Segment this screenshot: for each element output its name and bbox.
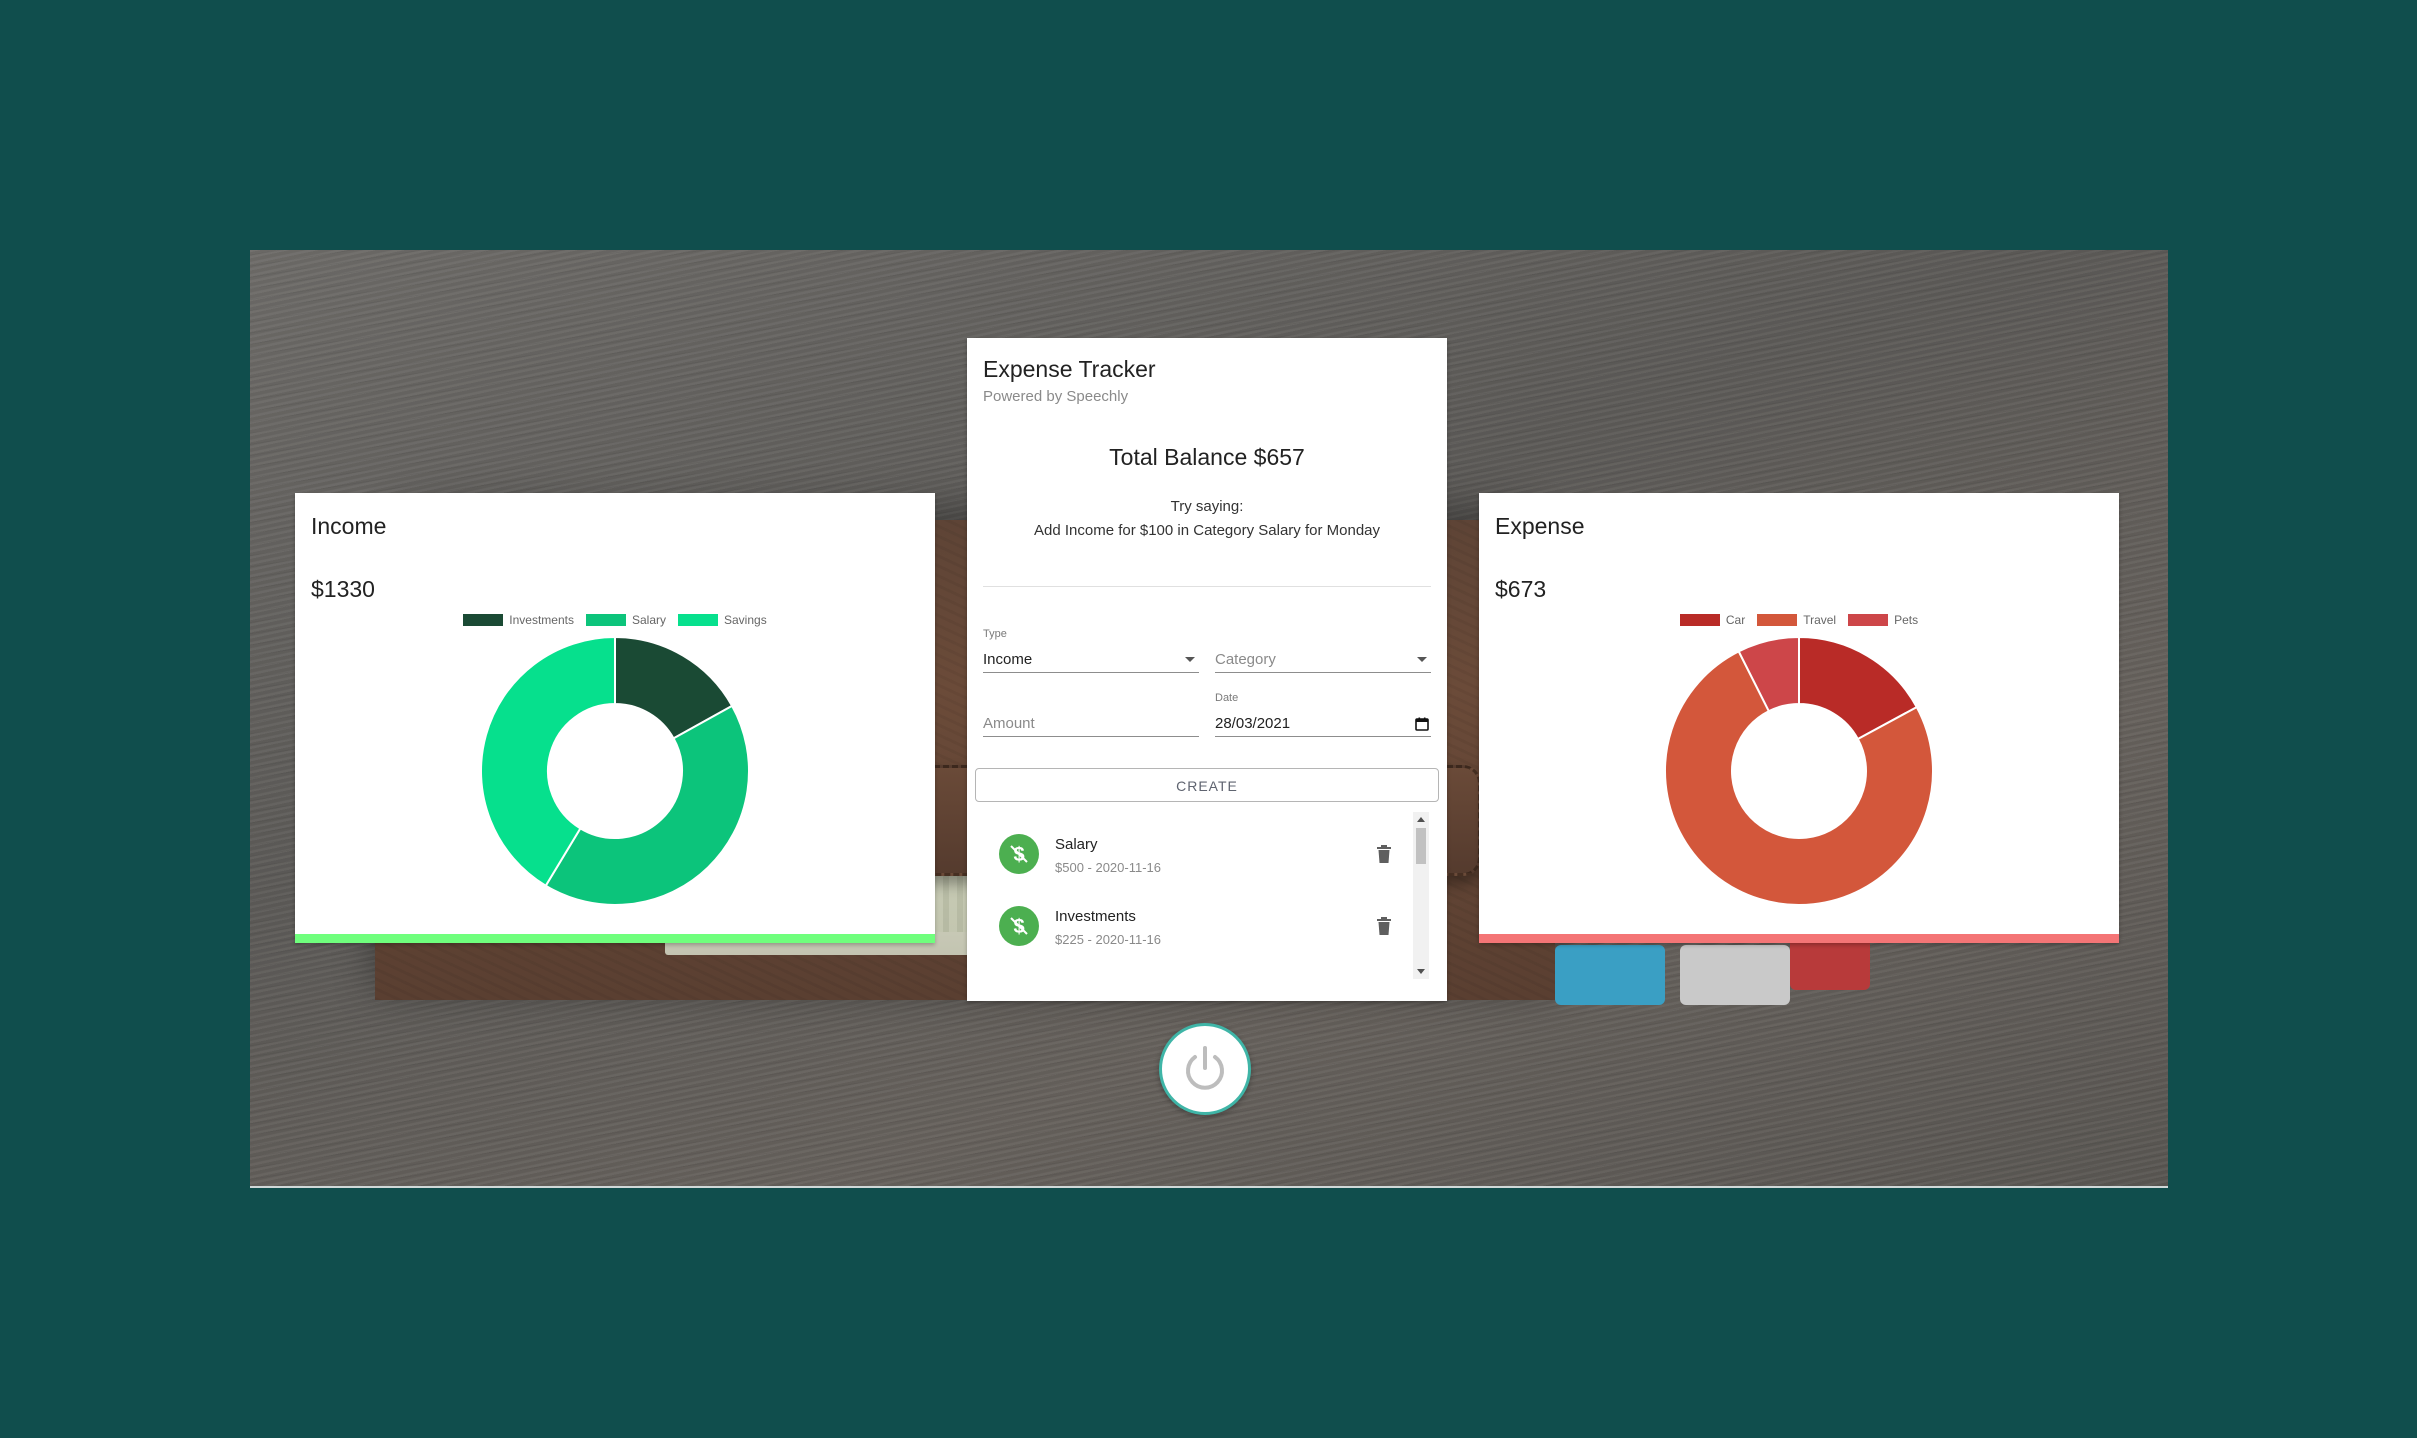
caret-down-icon [1185, 657, 1195, 662]
power-icon [1186, 1046, 1224, 1090]
expense-amount: $673 [1495, 576, 1547, 602]
income-title: Income [311, 513, 387, 539]
income-legend: Investments Salary Savings [295, 613, 935, 627]
list-item[interactable]: $ Salary $500 - 2020-11-16 [983, 824, 1403, 884]
scroll-thumb[interactable] [1416, 828, 1426, 864]
calendar-icon[interactable] [1415, 717, 1429, 731]
legend-item-car[interactable]: Car [1679, 613, 1746, 627]
create-button[interactable]: CREATE [975, 768, 1439, 802]
list-scrollbar[interactable] [1413, 812, 1429, 979]
dollar-off-icon: $ [999, 834, 1039, 874]
microphone-toggle-button[interactable] [1159, 1023, 1251, 1115]
expense-title: Expense [1495, 513, 1585, 539]
expense-legend: Car Travel Pets [1479, 613, 2119, 627]
trash-icon[interactable] [1376, 844, 1392, 864]
legend-swatch-pets [1848, 614, 1889, 626]
tracker-subtitle: Powered by Speechly [983, 388, 1129, 405]
legend-swatch-savings [678, 614, 718, 626]
legend-swatch-salary [585, 614, 626, 626]
legend-label: Pets [1894, 613, 1919, 627]
legend-label: Travel [1803, 613, 1837, 627]
type-select[interactable]: Income [983, 644, 1199, 673]
scroll-up-arrow-icon[interactable] [1417, 817, 1425, 822]
donut-slice-salary[interactable] [544, 704, 750, 906]
scroll-down-arrow-icon[interactable] [1417, 969, 1425, 974]
trash-icon[interactable] [1376, 916, 1392, 936]
date-value: 28/03/2021 [1215, 715, 1291, 732]
legend-item-savings[interactable]: Savings [678, 613, 767, 627]
date-input[interactable]: 28/03/2021 [1215, 708, 1431, 737]
type-label: Type [983, 628, 1007, 640]
legend-label: Salary [631, 613, 666, 627]
legend-item-salary[interactable]: Salary [585, 613, 666, 627]
legend-item-investments[interactable]: Investments [463, 613, 574, 627]
transaction-title: Investments [1055, 908, 1136, 925]
income-amount: $1330 [311, 576, 375, 602]
income-donut-chart [480, 635, 750, 906]
type-select-value: Income [983, 651, 1033, 668]
expense-tracker-card: Expense Tracker Powered by Speechly Tota… [967, 338, 1447, 1001]
expense-donut-chart [1664, 635, 1934, 906]
dollar-off-icon: $ [999, 906, 1039, 946]
legend-label: Car [1725, 613, 1746, 627]
stage-divider [250, 1186, 2168, 1188]
date-label: Date [1215, 692, 1239, 704]
expense-card: Expense $673 Car Travel Pets [1479, 493, 2119, 943]
amount-placeholder: Amount [983, 715, 1035, 732]
transaction-subtitle: $225 - 2020-11-16 [1055, 932, 1162, 947]
transaction-title: Salary [1055, 836, 1098, 853]
legend-item-travel[interactable]: Travel [1757, 613, 1836, 627]
legend-swatch-travel [1757, 614, 1798, 626]
try-saying-example: Add Income for $100 in Category Salary f… [1033, 522, 1381, 539]
dollar-off-glyph: $ [1010, 916, 1028, 938]
legend-label: Investments [509, 613, 574, 627]
category-select[interactable]: Category [1215, 644, 1431, 673]
caret-down-icon [1417, 657, 1427, 662]
transaction-subtitle: $500 - 2020-11-16 [1055, 860, 1162, 875]
income-card: Income $1330 Investments Salary Savings [295, 493, 935, 943]
credit-card-blue [1555, 945, 1665, 1005]
amount-input[interactable]: Amount [983, 708, 1199, 737]
legend-item-pets[interactable]: Pets [1848, 613, 1918, 627]
credit-card-grey [1680, 945, 1790, 1005]
tracker-title: Expense Tracker [983, 356, 1156, 382]
dollar-off-glyph: $ [1010, 844, 1028, 866]
try-saying-label: Try saying: [1170, 498, 1244, 515]
legend-label: Savings [724, 613, 767, 627]
try-saying-hint: Try saying: Add Income for $100 in Categ… [1027, 495, 1387, 543]
legend-swatch-car [1679, 614, 1720, 626]
form-divider [983, 586, 1431, 587]
list-item[interactable]: $ Investments $225 - 2020-11-16 [983, 896, 1403, 956]
total-balance: Total Balance $657 [1109, 444, 1305, 470]
legend-swatch-investments [463, 614, 504, 626]
transaction-list[interactable]: $ Salary $500 - 2020-11-16 $ Investments… [983, 812, 1431, 979]
category-placeholder: Category [1215, 651, 1276, 668]
